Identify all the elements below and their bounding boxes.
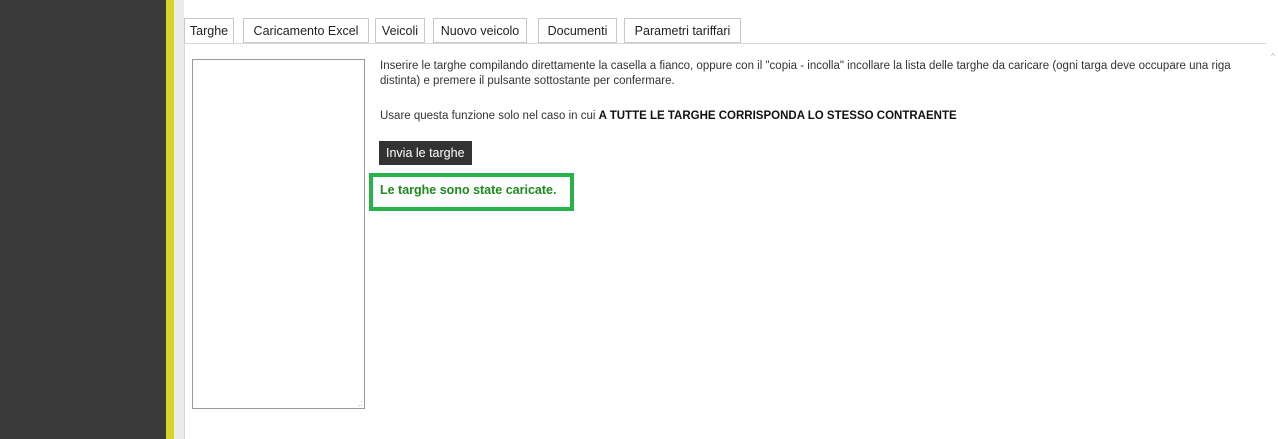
tab-targhe[interactable]: Targhe (184, 18, 234, 44)
tab-nuovo-veicolo[interactable]: Nuovo veicolo (433, 18, 527, 43)
warning-emphasis: A TUTTE LE TARGHE CORRISPONDA LO STESSO … (598, 110, 957, 122)
instructions-text: Inserire le targhe compilando direttamen… (380, 60, 1231, 87)
send-plates-button[interactable]: Invia le targhe (379, 141, 472, 165)
plates-textarea[interactable] (192, 59, 365, 409)
content-gutter (174, 0, 184, 439)
success-message: Le targhe sono state caricate. (380, 183, 557, 197)
warning-text: Usare questa funzione solo nel caso in c… (380, 109, 1260, 124)
sidebar-accent-bar (166, 0, 174, 439)
resize-grip-icon[interactable]: .: (353, 398, 363, 408)
tab-parametri-tariffari[interactable]: Parametri tariffari (624, 18, 741, 43)
tab-caricamento-excel[interactable]: Caricamento Excel (243, 18, 369, 43)
warning-prefix: Usare questa funzione solo nel caso in c… (380, 110, 599, 122)
tab-veicoli[interactable]: Veicoli (375, 18, 425, 43)
left-sidebar (0, 0, 166, 439)
scroll-up-arrow-icon[interactable]: ^ (1268, 52, 1278, 62)
tab-documenti[interactable]: Documenti (538, 18, 617, 43)
